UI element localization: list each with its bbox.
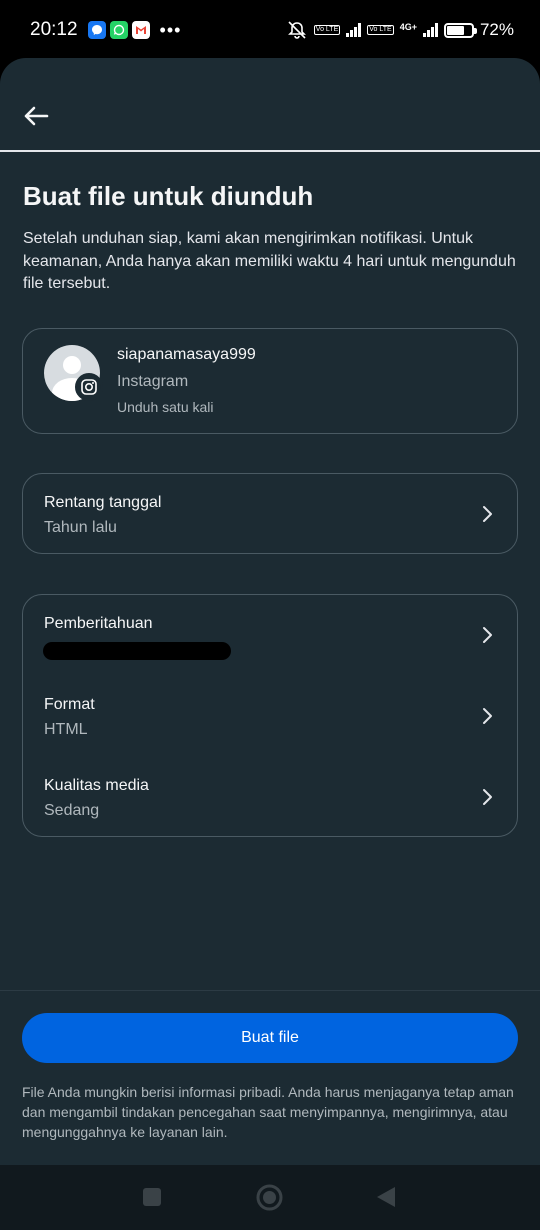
home-icon[interactable] bbox=[256, 1184, 283, 1211]
volte-badge-2: Vo LTE bbox=[367, 25, 394, 35]
notification-label: Pemberitahuan bbox=[44, 615, 153, 632]
battery-fill bbox=[446, 25, 465, 35]
system-navigation-bar bbox=[0, 1165, 540, 1230]
chevron-right-icon bbox=[483, 506, 492, 522]
battery-icon bbox=[443, 22, 477, 38]
network-type: 4G+ bbox=[399, 22, 417, 32]
account-card: siapanamasaya999 Instagram Unduh satu ka… bbox=[22, 328, 518, 434]
status-bar: 20:12 ••• Vo LTE Vo LTE 4G+ 72% bbox=[0, 0, 540, 60]
media-quality-value: Sedang bbox=[44, 802, 100, 819]
battery-percentage: 72% bbox=[479, 20, 514, 39]
whatsapp-icon bbox=[109, 21, 128, 39]
privacy-disclaimer: File Anda mungkin berisi informasi priba… bbox=[22, 1084, 514, 1140]
format-value: HTML bbox=[44, 721, 88, 738]
gmail-icon bbox=[131, 21, 150, 39]
page-description: Setelah unduhan siap, kami akan mengirim… bbox=[23, 230, 516, 292]
back-button[interactable] bbox=[20, 102, 52, 130]
media-quality-row[interactable]: Kualitas media Sedang bbox=[23, 757, 517, 837]
format-label: Format bbox=[44, 696, 95, 713]
notification-icons: ••• bbox=[87, 19, 182, 41]
signal-icon-2 bbox=[422, 23, 438, 37]
settings-card: Pemberitahuan Format HTML Kualitas media… bbox=[22, 594, 518, 837]
mute-bell-icon bbox=[287, 21, 306, 39]
format-row[interactable]: Format HTML bbox=[23, 676, 517, 756]
arrow-left-icon bbox=[24, 106, 49, 126]
footer-divider bbox=[0, 990, 540, 991]
download-sheet: Buat file untuk diunduh Setelah unduhan … bbox=[0, 58, 540, 1165]
chevron-right-icon bbox=[483, 789, 492, 805]
media-quality-label: Kualitas media bbox=[44, 777, 149, 794]
date-range-value: Tahun lalu bbox=[44, 519, 117, 536]
signal-icon-1 bbox=[346, 23, 362, 37]
more-notifications: ••• bbox=[159, 19, 182, 40]
header-divider bbox=[0, 150, 540, 152]
create-file-button[interactable]: Buat file bbox=[22, 1013, 518, 1063]
chevron-right-icon bbox=[483, 627, 492, 643]
redaction-mark bbox=[43, 642, 231, 660]
volte-badge-1: Vo LTE bbox=[313, 25, 341, 35]
recents-icon[interactable] bbox=[142, 1187, 162, 1207]
account-username: siapanamasaya999 bbox=[117, 346, 256, 363]
status-indicators: Vo LTE Vo LTE 4G+ 72% bbox=[286, 20, 514, 40]
account-platform: Instagram bbox=[117, 373, 189, 390]
notification-row[interactable]: Pemberitahuan bbox=[23, 595, 517, 675]
instagram-icon bbox=[75, 373, 103, 401]
page-title: Buat file untuk diunduh bbox=[23, 181, 314, 211]
messenger-icon bbox=[87, 21, 106, 39]
date-range-label: Rentang tanggal bbox=[44, 494, 162, 511]
date-range-card: Rentang tanggal Tahun lalu bbox=[22, 473, 518, 554]
download-frequency: Unduh satu kali bbox=[117, 399, 214, 415]
date-range-row[interactable]: Rentang tanggal Tahun lalu bbox=[23, 474, 517, 554]
back-triangle-icon[interactable] bbox=[376, 1186, 396, 1208]
status-time: 20:12 bbox=[30, 19, 78, 40]
chevron-right-icon bbox=[483, 708, 492, 724]
